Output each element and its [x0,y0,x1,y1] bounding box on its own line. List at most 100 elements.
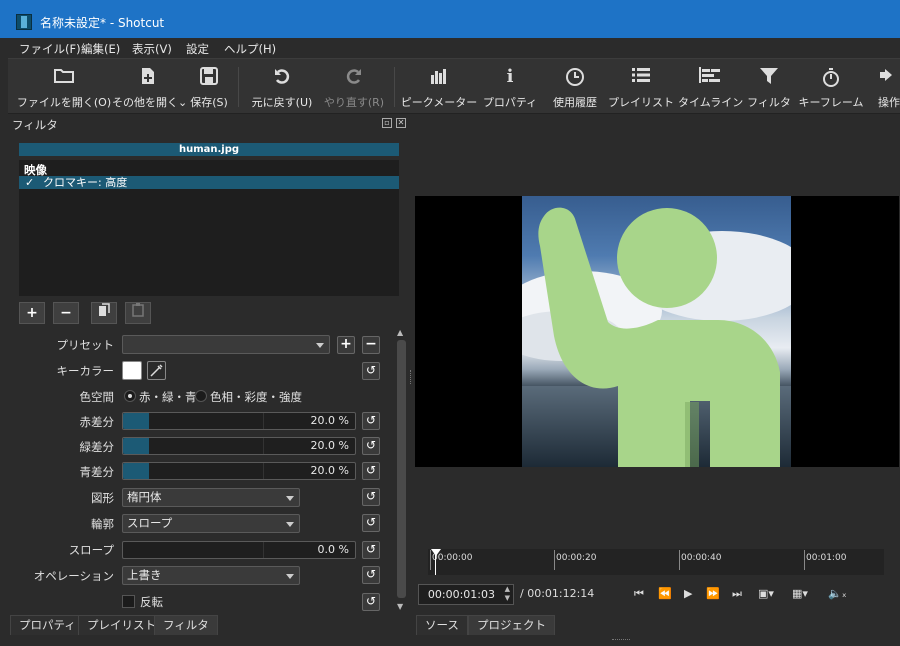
window-title: 名称未設定* - Shotcut [40,16,165,30]
red-diff-slider[interactable]: 20.0 % [122,412,356,430]
reset-operation-button[interactable]: ↺ [362,566,380,584]
reset-keycolor-button[interactable]: ↺ [362,362,380,380]
timecode-input[interactable]: 00:00:01:03 ▲ ▼ [418,584,514,605]
open-file-button[interactable]: ファイルを開く(O) [16,59,112,115]
player-timeline[interactable]: 00:00:00 00:00:20 00:00:40 00:01:00 [428,549,884,575]
recent-button[interactable]: 使用履歴 [546,59,604,115]
menu-edit[interactable]: 編集(E) [81,41,120,57]
timeline-button[interactable]: タイムライン [678,59,743,115]
left-edge [0,58,8,646]
reset-red-button[interactable]: ↺ [362,412,380,430]
operation-combo[interactable]: 上書き [122,566,300,585]
radio-hsi[interactable] [195,390,207,402]
overflow-button[interactable]: 操作 [870,59,900,115]
invert-checkbox[interactable] [122,595,135,608]
menu-help[interactable]: ヘルプ(H) [224,41,276,57]
scroll-down-icon[interactable]: ▼ [397,602,403,611]
scroll-up-icon[interactable]: ▲ [397,328,403,337]
tick-label: 00:00:20 [553,550,597,570]
playlist-button[interactable]: プレイリスト [608,59,674,115]
chevron-down-icon [316,343,324,348]
chevron-down-icon [286,574,294,579]
title-bar: 名称未設定* - Shotcut [0,0,900,38]
radio-rgb-label: 赤・緑・青 [139,390,197,404]
properties-button[interactable]: i プロパティ [480,59,540,115]
menu-view[interactable]: 表示(V) [132,41,172,57]
reset-invert-button[interactable]: ↺ [362,593,380,611]
keyframes-button[interactable]: キーフレーム [798,59,864,115]
eyedropper-button[interactable] [147,361,166,380]
player-controls: 00:00:01:03 ▲ ▼ / 00:01:12:14 ⏮ ⏪ ▶ ⏩ ⏭ ▣… [418,583,900,607]
invert-label: 反転 [140,595,163,609]
play-icon[interactable]: ▶ [684,587,692,600]
properties-scrollbar[interactable]: ▲ ▼ [395,326,408,614]
reset-slope-button[interactable]: ↺ [362,541,380,559]
spin-icon[interactable]: ▲ ▼ [505,585,510,603]
zoom-icon[interactable]: ▣▾ [758,587,774,600]
splitter-handle[interactable] [410,370,413,384]
tab-filters[interactable]: フィルタ [154,615,218,635]
red-diff-label: 赤差分 [79,415,115,429]
menu-file[interactable]: ファイル(F) [19,41,81,57]
peak-meter-icon [430,67,448,90]
filter-panel-title: フィルタ [12,118,58,132]
clip-name: human.jpg [19,143,399,156]
tab-project[interactable]: プロジェクト [468,615,555,635]
grid-icon[interactable]: ▦▾ [792,587,808,600]
slope-slider[interactable]: 0.0 % [122,541,356,559]
tab-playlist[interactable]: プレイリスト [78,615,165,635]
filter-item-label: クロマキー: 高度 [43,176,128,189]
open-other-button[interactable]: その他を開く⌄ [112,59,187,115]
operation-label: オペレーション [33,569,114,583]
remove-preset-button[interactable]: − [362,336,380,354]
float-icon[interactable]: ▫ [382,118,392,128]
video-player[interactable] [415,196,899,467]
add-filter-button[interactable]: + [19,302,45,324]
radio-hsi-label: 色相・彩度・強度 [210,390,302,404]
eyedropper-icon [150,364,163,377]
paste-filter-button[interactable] [125,302,151,324]
redo-button[interactable]: やり直す(R) [320,59,388,115]
keycolor-label: キーカラー [56,364,115,378]
green-diff-label: 緑差分 [79,440,115,454]
key-color-swatch[interactable] [122,361,142,380]
copy-filter-button[interactable] [91,302,117,324]
menu-bar: ファイル(F) 編集(E) 表示(V) 設定 ヘルプ(H) [0,38,900,58]
playhead-icon[interactable] [431,549,441,556]
blue-diff-slider[interactable]: 20.0 % [122,462,356,480]
remove-filter-button[interactable]: − [53,302,79,324]
check-icon[interactable]: ✓ [25,176,34,189]
menu-settings[interactable]: 設定 [186,41,209,57]
shape-combo[interactable]: 楕円体 [122,488,300,507]
filter-list: 映像 ✓ クロマキー: 高度 [19,160,399,296]
green-diff-slider[interactable]: 20.0 % [122,437,356,455]
save-button[interactable]: 保存(S) [184,59,234,115]
tab-source[interactable]: ソース [416,615,468,635]
radio-rgb[interactable] [124,390,136,402]
skip-previous-icon[interactable]: ⏮ [634,587,644,601]
volume-icon[interactable]: 🔈ₓ [828,587,847,600]
reset-edge-button[interactable]: ↺ [362,514,380,532]
bottom-grip[interactable] [612,639,630,642]
scrollbar-thumb[interactable] [397,340,406,598]
tick-label: 00:00:40 [678,550,722,570]
preset-combo[interactable] [122,335,330,354]
tab-properties[interactable]: プロパティ [10,615,85,635]
fast-forward-icon[interactable]: ⏩ [706,587,720,600]
filter-item-chroma-key[interactable]: ✓ クロマキー: 高度 [19,176,399,189]
reset-green-button[interactable]: ↺ [362,437,380,455]
rewind-icon[interactable]: ⏪ [658,587,672,600]
filters-button[interactable]: フィルタ [744,59,794,115]
reset-blue-button[interactable]: ↺ [362,462,380,480]
playhead-line [435,555,436,575]
reset-shape-button[interactable]: ↺ [362,488,380,506]
peak-meter-button[interactable]: ピークメーター [400,59,478,115]
skip-next-icon[interactable]: ⏭ [732,587,742,601]
undo-button[interactable]: 元に戻す(U) [248,59,316,115]
add-preset-button[interactable]: + [337,336,355,354]
open-other-icon [139,67,157,90]
shape-label: 図形 [91,491,114,505]
slope-label: スロープ [68,543,114,557]
close-icon[interactable]: ✕ [396,118,406,128]
edge-combo[interactable]: スロープ [122,514,300,533]
